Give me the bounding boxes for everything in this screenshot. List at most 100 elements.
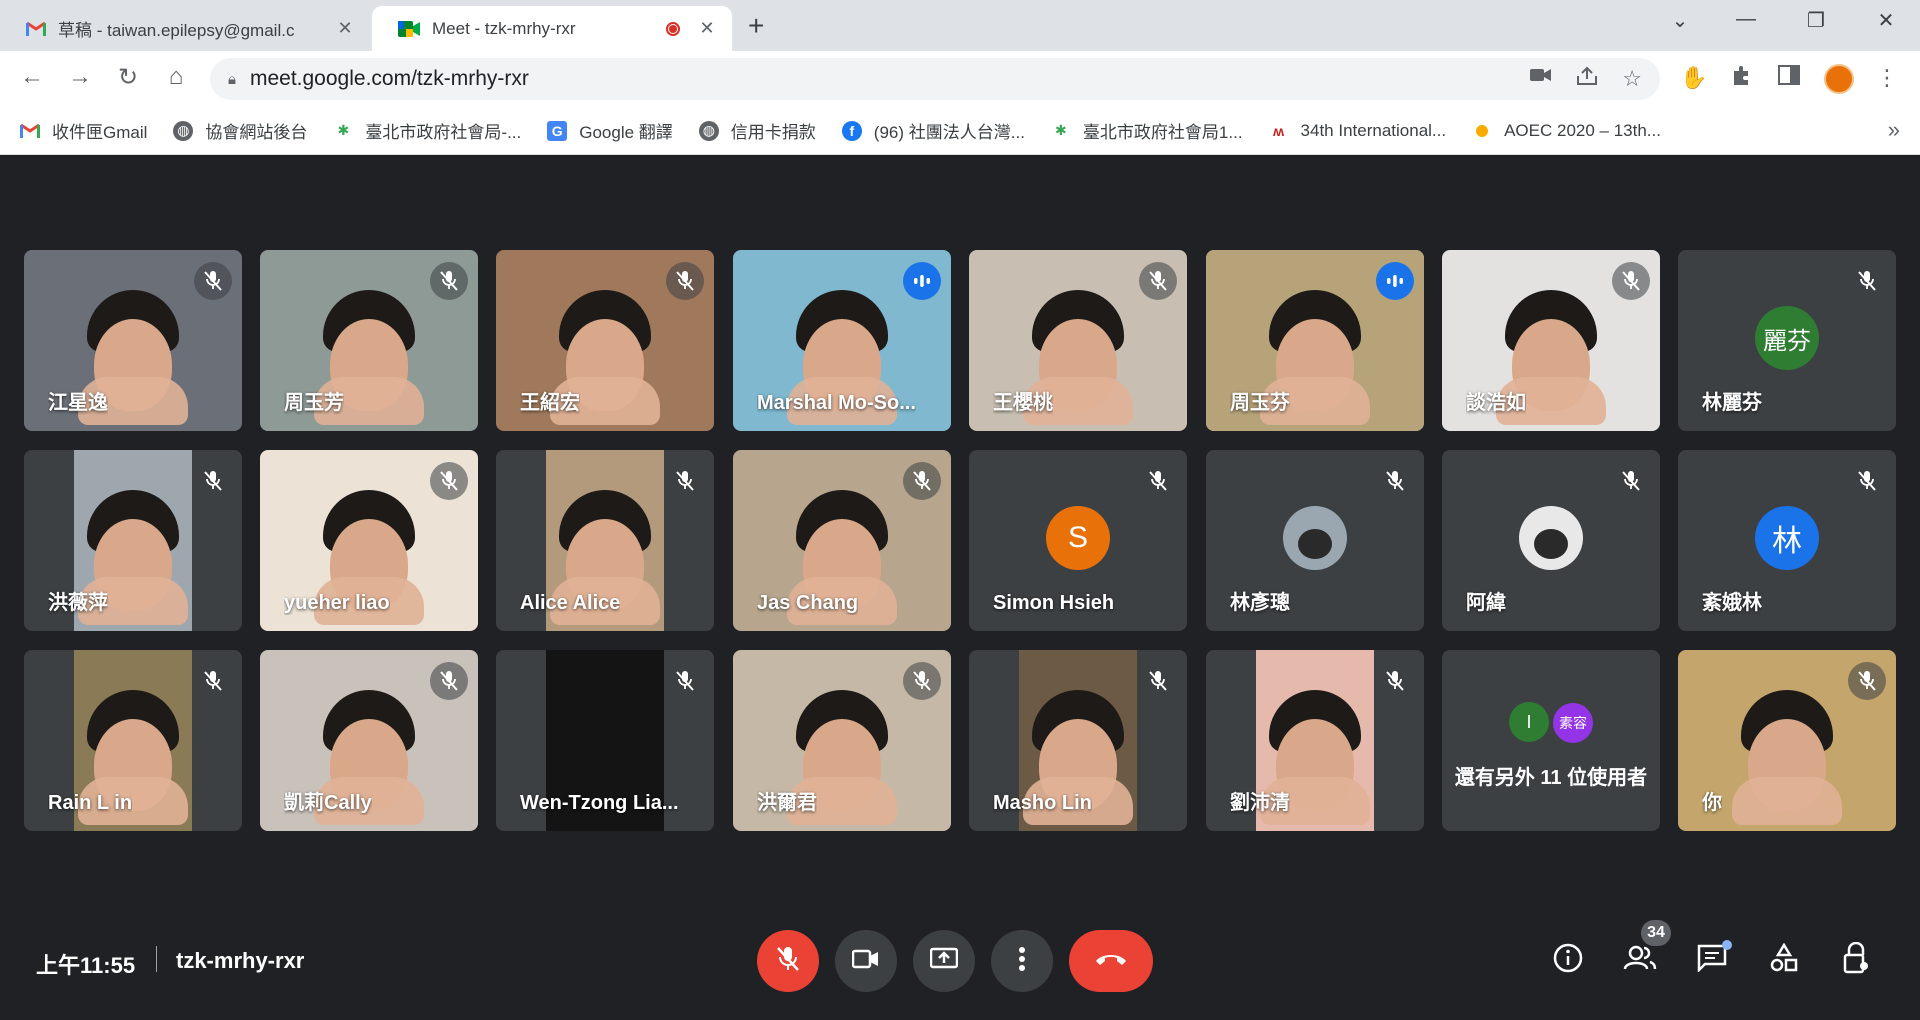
participant-tile[interactable]: 談浩如 bbox=[1442, 250, 1660, 431]
address-bar[interactable]: 🔒︎ meet.google.com/tzk-mrhy-rxr ☆ bbox=[210, 58, 1660, 100]
participant-tile[interactable]: 阿緯 bbox=[1442, 450, 1660, 631]
share-icon[interactable] bbox=[1576, 66, 1598, 92]
participant-tile[interactable]: Alice Alice bbox=[496, 450, 714, 631]
participant-name: 林麗芬 bbox=[1702, 392, 1762, 414]
participant-tile[interactable]: 劉沛清 bbox=[1206, 650, 1424, 831]
home-icon[interactable]: ⌂ bbox=[160, 63, 192, 91]
url-text[interactable]: meet.google.com/tzk-mrhy-rxr bbox=[250, 67, 529, 91]
mic-off-icon[interactable] bbox=[1848, 662, 1886, 700]
more-users-group[interactable]: I 素容 還有另外 11 位使用者 bbox=[1442, 702, 1660, 790]
bookmark-admin[interactable]: ◍ 協會網站後台 bbox=[173, 118, 307, 143]
camera-icon[interactable] bbox=[1530, 66, 1552, 92]
new-tab-button[interactable]: + bbox=[748, 10, 764, 42]
mic-off-icon[interactable] bbox=[1376, 462, 1414, 500]
people-button[interactable] bbox=[1620, 940, 1660, 980]
participant-tile[interactable]: 江星逸 bbox=[24, 250, 242, 431]
people-count-badge: 34 bbox=[1641, 920, 1671, 946]
mic-off-icon[interactable] bbox=[903, 662, 941, 700]
more-options-button[interactable] bbox=[991, 930, 1053, 992]
tab-gmail-draft[interactable]: 草稿 - taiwan.epilepsy@gmail.c ✕ bbox=[0, 6, 370, 51]
mic-off-icon[interactable] bbox=[194, 462, 232, 500]
mic-off-icon[interactable] bbox=[1139, 462, 1177, 500]
restore-icon[interactable]: ❐ bbox=[1796, 8, 1836, 33]
host-controls-button[interactable] bbox=[1836, 940, 1876, 980]
sidepanel-icon[interactable] bbox=[1778, 65, 1800, 91]
participant-tile[interactable]: 周玉芬 bbox=[1206, 250, 1424, 431]
present-screen-icon bbox=[929, 947, 959, 976]
tab-meet[interactable]: Meet - tzk-mrhy-rxr ✕ bbox=[372, 6, 732, 51]
window-close-icon[interactable]: ✕ bbox=[1866, 8, 1906, 33]
participant-tile[interactable]: Masho Lin bbox=[969, 650, 1187, 831]
participant-tile[interactable]: 王櫻桃 bbox=[969, 250, 1187, 431]
participant-tile[interactable]: Marshal Mo-So... bbox=[733, 250, 951, 431]
profile-avatar[interactable] bbox=[1824, 64, 1854, 94]
participant-tile[interactable]: S Simon Hsieh bbox=[969, 450, 1187, 631]
participant-tile[interactable]: 王紹宏 bbox=[496, 250, 714, 431]
participant-tile[interactable]: Rain L in bbox=[24, 650, 242, 831]
mic-off-icon[interactable] bbox=[194, 662, 232, 700]
mic-off-icon[interactable] bbox=[1612, 262, 1650, 300]
mic-off-icon[interactable] bbox=[430, 662, 468, 700]
leave-call-button[interactable] bbox=[1069, 930, 1153, 992]
present-screen-button[interactable] bbox=[913, 930, 975, 992]
mic-off-icon[interactable] bbox=[1848, 462, 1886, 500]
chevron-down-icon[interactable]: ⌄ bbox=[1660, 8, 1700, 33]
participant-tile[interactable]: I 素容 還有另外 11 位使用者 bbox=[1442, 650, 1660, 831]
mic-off-icon[interactable] bbox=[666, 662, 704, 700]
bookmark-gmail[interactable]: 收件匣Gmail bbox=[20, 118, 147, 143]
participant-tile[interactable]: 洪爾君 bbox=[733, 650, 951, 831]
participant-tile[interactable]: yueher liao bbox=[260, 450, 478, 631]
mic-off-icon[interactable] bbox=[666, 462, 704, 500]
mic-off-icon[interactable] bbox=[430, 462, 468, 500]
participant-tile[interactable]: 凱莉Cally bbox=[260, 650, 478, 831]
participant-tile[interactable]: 你 bbox=[1678, 650, 1896, 831]
camera-toggle-button[interactable] bbox=[835, 930, 897, 992]
back-icon[interactable]: ← bbox=[16, 63, 48, 91]
participant-tile[interactable]: Jas Chang bbox=[733, 450, 951, 631]
bookmark-facebook[interactable]: f (96) 社團法人台灣... bbox=[841, 118, 1025, 143]
globe-icon: ◍ bbox=[698, 120, 719, 141]
bookmark-aoec[interactable]: AOEC 2020 – 13th... bbox=[1472, 121, 1661, 141]
reload-icon[interactable]: ↻ bbox=[112, 63, 144, 92]
bookmark-international[interactable]: ʍ 34th International... bbox=[1269, 121, 1446, 141]
forward-icon[interactable]: → bbox=[64, 63, 96, 91]
lock-icon[interactable]: 🔒︎ bbox=[228, 71, 236, 88]
raise-hand-icon[interactable]: ✋ bbox=[1680, 65, 1707, 91]
participant-name: 劉沛清 bbox=[1230, 792, 1290, 814]
bookmark-taipei-social-2[interactable]: ✱ 臺北市政府社會局1... bbox=[1051, 118, 1243, 143]
activities-button[interactable] bbox=[1764, 940, 1804, 980]
menu-dots-icon[interactable]: ⋮ bbox=[1876, 65, 1898, 91]
participant-tile[interactable]: Wen-Tzong Lia... bbox=[496, 650, 714, 831]
extensions-icon[interactable] bbox=[1730, 65, 1752, 93]
close-icon[interactable]: ✕ bbox=[696, 18, 718, 39]
divider bbox=[156, 946, 157, 972]
mic-off-icon[interactable] bbox=[1848, 262, 1886, 300]
meeting-code: tzk-mrhy-rxr bbox=[176, 948, 305, 973]
mic-off-icon[interactable] bbox=[430, 262, 468, 300]
bookmark-taipei-social[interactable]: ✱ 臺北市政府社會局-... bbox=[333, 118, 522, 143]
participant-name: 紊娥林 bbox=[1702, 592, 1762, 614]
star-icon[interactable]: ☆ bbox=[1622, 66, 1642, 92]
participant-tile[interactable]: 林彥璁 bbox=[1206, 450, 1424, 631]
participant-tile[interactable]: 麗芬 林麗芬 bbox=[1678, 250, 1896, 431]
mic-off-icon[interactable] bbox=[1139, 262, 1177, 300]
bookmark-google-translate[interactable]: G Google 翻譯 bbox=[547, 118, 673, 143]
bookmarks-overflow-button[interactable]: » bbox=[1888, 117, 1900, 143]
close-icon[interactable]: ✕ bbox=[334, 18, 356, 39]
mic-off-icon[interactable] bbox=[666, 262, 704, 300]
mic-off-icon[interactable] bbox=[194, 262, 232, 300]
mic-off-icon[interactable] bbox=[1612, 462, 1650, 500]
mic-off-icon[interactable] bbox=[1376, 662, 1414, 700]
participant-tile[interactable]: 周玉芳 bbox=[260, 250, 478, 431]
participant-tile[interactable]: 林紊娥林 bbox=[1678, 450, 1896, 631]
congress-icon: ʍ bbox=[1273, 122, 1284, 139]
mic-off-icon[interactable] bbox=[1139, 662, 1177, 700]
minimize-icon[interactable]: — bbox=[1726, 8, 1766, 31]
participant-name: 林彥璁 bbox=[1230, 592, 1290, 614]
participant-name: 王櫻桃 bbox=[993, 392, 1053, 414]
mic-toggle-button[interactable] bbox=[757, 930, 819, 992]
participant-tile[interactable]: 洪薇萍 bbox=[24, 450, 242, 631]
bookmark-donation[interactable]: ◍ 信用卡捐款 bbox=[698, 118, 816, 143]
meeting-details-button[interactable] bbox=[1548, 940, 1588, 980]
mic-off-icon[interactable] bbox=[903, 462, 941, 500]
